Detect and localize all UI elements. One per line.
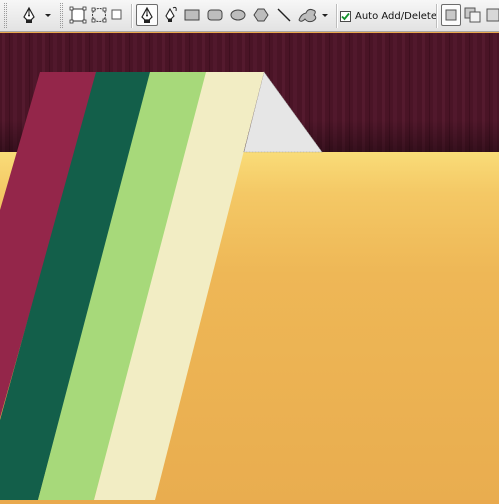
canvas-artwork [0,33,499,500]
subtract-from-path-area-button[interactable] [462,4,484,26]
subtract-from-path-area-icon [464,7,481,23]
polygon-tool-button[interactable] [250,4,272,26]
intersect-path-area-button[interactable] [484,4,499,26]
document-canvas[interactable] [0,33,499,500]
rectangle-icon [184,9,200,21]
freeform-pen-button[interactable] [159,4,181,26]
chevron-down-icon [45,14,51,17]
line-icon [277,8,291,22]
checkmark-icon [341,12,350,20]
pen-tool-button[interactable] [136,4,158,26]
pen-tool-icon [23,6,51,23]
fill-pixels-icon [111,9,122,20]
toolbar-separator [131,4,133,28]
auto-add-delete-option[interactable]: Auto Add/Delete [340,8,437,24]
rectangle-tool-button[interactable] [181,4,203,26]
rounded-rectangle-tool-button[interactable] [204,4,226,26]
custom-shape-picker[interactable] [296,4,332,26]
line-tool-button[interactable] [273,4,295,26]
options-bar: Auto Add/Delete [0,0,499,32]
freeform-pen-icon [165,6,177,22]
pen-icon [141,6,153,23]
add-to-path-area-icon [445,9,457,21]
ellipse-icon [230,9,246,21]
fill-pixels-button[interactable] [106,4,128,26]
shape-layers-icon [69,6,87,24]
intersect-path-area-icon [486,8,499,22]
polygon-icon [253,8,269,22]
tool-preset-picker[interactable] [18,4,56,26]
custom-shape-icon [298,8,328,23]
toolbar-grip[interactable] [4,3,7,28]
add-to-path-area-button[interactable] [441,4,461,26]
shape-layers-button[interactable] [67,4,89,26]
auto-add-delete-label: Auto Add/Delete [355,10,437,22]
toolbar-separator [436,4,438,28]
auto-add-delete-checkbox[interactable] [340,10,351,22]
ellipse-tool-button[interactable] [227,4,249,26]
toolbar-grip[interactable] [60,3,63,28]
rounded-rectangle-icon [207,9,223,21]
toolbar-separator [336,4,338,28]
chevron-down-icon [322,14,328,17]
